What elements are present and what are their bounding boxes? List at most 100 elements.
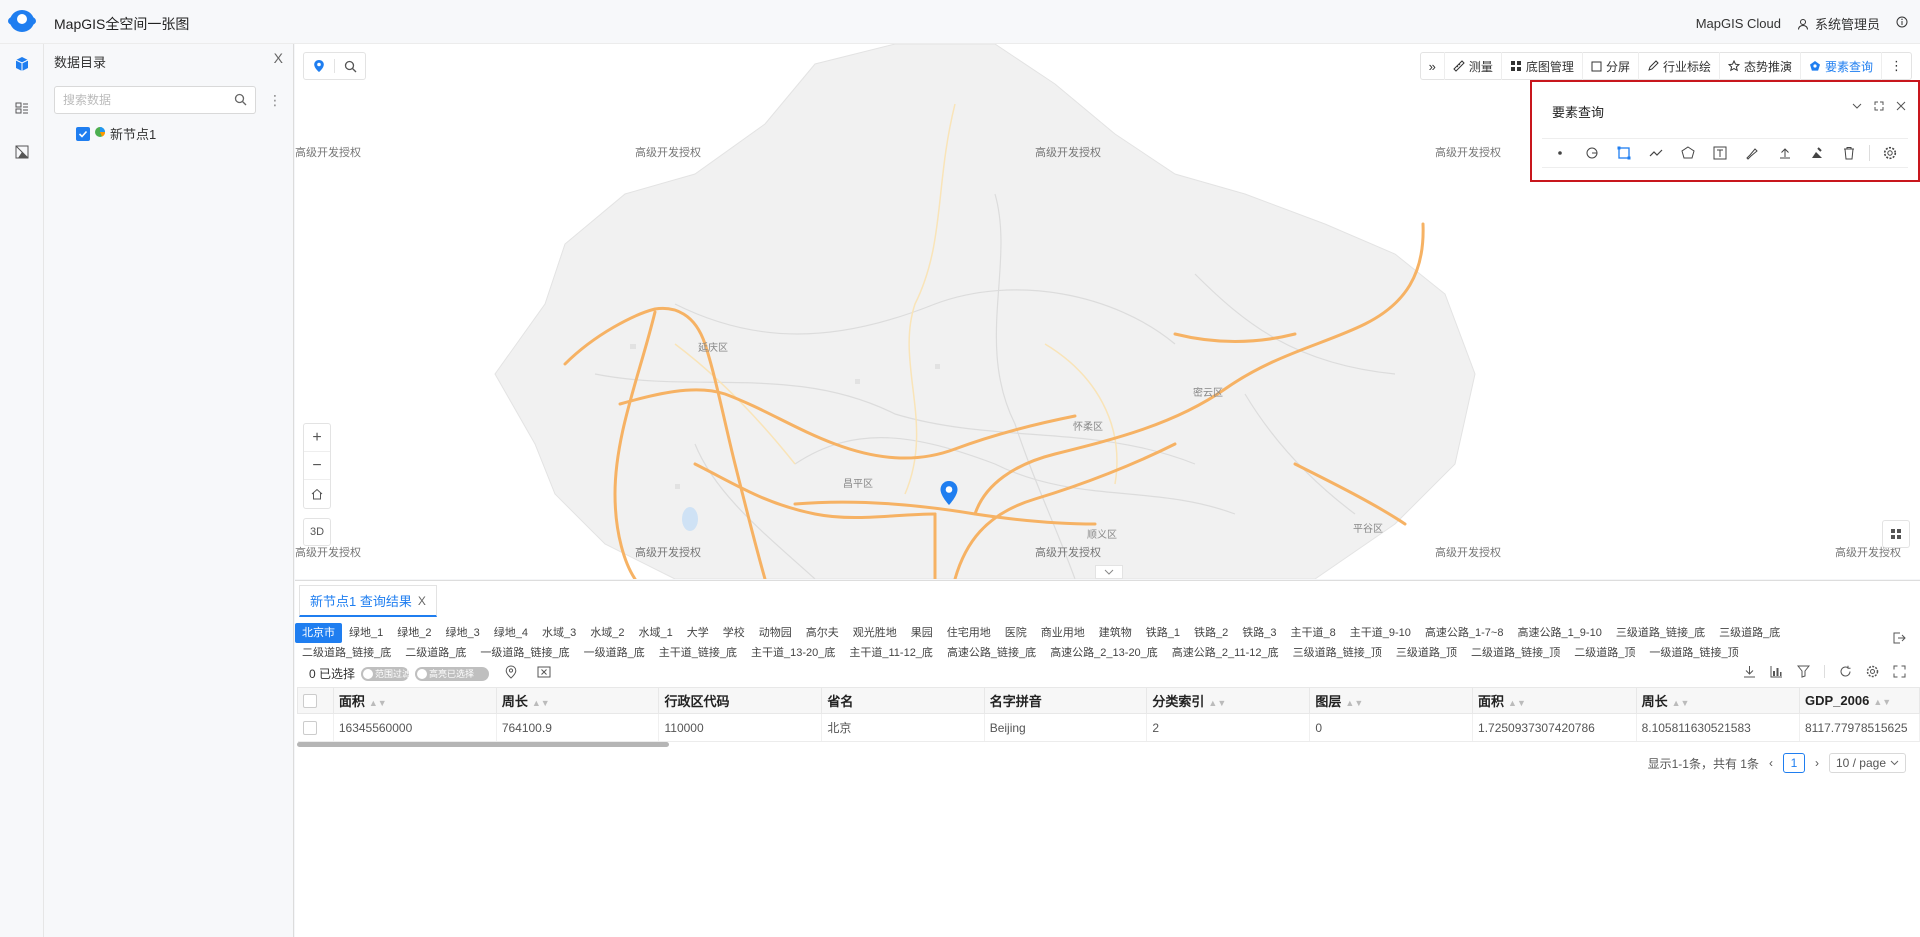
rectangle-query-icon[interactable] — [1612, 141, 1636, 165]
column-header[interactable]: 面积 ▲▼ — [1472, 687, 1637, 714]
column-header[interactable]: 面积 ▲▼ — [332, 687, 497, 714]
layer-tab[interactable]: 二级道路_顶 — [1567, 643, 1642, 663]
home-icon[interactable] — [304, 480, 330, 508]
layer-tab[interactable]: 主干道_9-10 — [1343, 623, 1418, 643]
statistics-chart-icon[interactable] — [1770, 665, 1783, 681]
sort-icon[interactable]: ▲▼ — [1508, 698, 1526, 708]
data-catalog-icon[interactable] — [12, 54, 32, 74]
point-query-icon[interactable] — [1548, 141, 1572, 165]
locate-icon[interactable] — [505, 665, 517, 682]
layer-tab[interactable]: 一级道路_链接_顶 — [1642, 643, 1745, 663]
horizontal-scrollbar[interactable] — [297, 742, 669, 747]
expand-toolbar-icon[interactable]: » — [1421, 52, 1445, 80]
clear-brush-icon[interactable] — [1805, 141, 1829, 165]
layer-tab[interactable]: 二级道路_底 — [398, 643, 473, 663]
filter-icon[interactable] — [1796, 665, 1811, 681]
catalog-search-input[interactable] — [55, 87, 225, 113]
layer-tab[interactable]: 高速公路_2_11-12_底 — [1165, 643, 1286, 663]
tool-feature-query[interactable]: 要素查询 — [1801, 52, 1882, 80]
3d-toggle-button[interactable]: 3D — [303, 518, 331, 546]
sort-icon[interactable]: ▲▼ — [369, 698, 387, 708]
location-marker-icon[interactable] — [939, 480, 959, 509]
tool-basemap-manage[interactable]: 底图管理 — [1502, 52, 1583, 80]
layer-tab[interactable]: 主干道_链接_底 — [652, 643, 744, 663]
close-icon[interactable] — [1896, 100, 1906, 114]
search-icon[interactable] — [234, 93, 247, 109]
cloud-link[interactable]: MapGIS Cloud — [1696, 16, 1781, 31]
export-icon[interactable] — [1892, 631, 1906, 648]
layer-tab[interactable]: 观光胜地 — [846, 623, 904, 643]
download-icon[interactable] — [1743, 665, 1756, 681]
layer-tab[interactable]: 绿地_3 — [439, 623, 487, 643]
fullscreen-icon[interactable] — [1874, 100, 1884, 114]
map-search-icon[interactable] — [335, 53, 365, 79]
page-number-button[interactable]: 1 — [1782, 753, 1805, 773]
refresh-icon[interactable] — [1839, 665, 1852, 681]
layer-tab[interactable]: 高速公路_1-7~8 — [1418, 623, 1511, 643]
polyline-query-icon[interactable] — [1644, 141, 1668, 165]
layer-tab[interactable]: 二级道路_链接_底 — [295, 643, 398, 663]
layer-tab[interactable]: 铁路_3 — [1235, 623, 1283, 643]
column-header[interactable]: 省名 — [821, 687, 985, 714]
layer-tab[interactable]: 商业用地 — [1034, 623, 1092, 643]
column-header[interactable]: 图层 ▲▼ — [1309, 687, 1474, 714]
fullscreen-icon[interactable] — [1893, 665, 1906, 681]
tree-node-checkbox[interactable] — [76, 126, 90, 141]
basemap-switch-icon[interactable] — [1882, 520, 1910, 548]
info-icon[interactable] — [1896, 16, 1908, 31]
settings-icon[interactable] — [1866, 665, 1879, 681]
upload-icon[interactable] — [1773, 141, 1797, 165]
layer-tab[interactable]: 铁路_1 — [1139, 623, 1187, 643]
chevron-down-icon[interactable] — [1852, 100, 1862, 114]
row-checkbox[interactable] — [297, 713, 334, 742]
layer-tab[interactable]: 绿地_4 — [487, 623, 535, 643]
sort-icon[interactable]: ▲▼ — [1672, 698, 1690, 708]
result-tab[interactable]: 新节点1 查询结果 X — [299, 585, 437, 617]
clear-selection-icon[interactable] — [537, 666, 551, 681]
user-menu[interactable]: 系统管理员 — [1797, 14, 1880, 33]
layer-tab[interactable]: 建筑物 — [1092, 623, 1139, 643]
sort-icon[interactable]: ▲▼ — [1873, 697, 1891, 707]
settings-icon[interactable] — [1878, 141, 1902, 165]
result-tab-close-button[interactable]: X — [418, 594, 426, 608]
catalog-close-button[interactable]: X — [274, 50, 283, 66]
more-vertical-icon[interactable]: ⋮ — [1882, 52, 1911, 80]
column-header[interactable]: 行政区代码 — [658, 687, 823, 714]
brush-query-icon[interactable] — [1740, 141, 1764, 165]
column-header[interactable]: GDP_2006 ▲▼ — [1799, 687, 1920, 714]
page-size-select[interactable]: 10 / page — [1828, 753, 1906, 773]
zoom-out-icon[interactable]: − — [304, 452, 330, 480]
layer-tab[interactable]: 水域_3 — [535, 623, 583, 643]
map-tool-icon[interactable] — [12, 142, 32, 162]
location-pin-icon[interactable] — [304, 53, 334, 79]
zoom-in-icon[interactable]: + — [304, 424, 330, 452]
layer-tab[interactable]: 果园 — [904, 623, 940, 643]
prev-page-icon[interactable]: ‹ — [1769, 756, 1773, 770]
collapse-panel-icon[interactable] — [1095, 565, 1123, 579]
layer-tab[interactable]: 一级道路_链接_底 — [473, 643, 576, 663]
layer-tab[interactable]: 一级道路_底 — [577, 643, 652, 663]
column-header[interactable]: 周长 ▲▼ — [495, 687, 660, 714]
layer-list-icon[interactable] — [12, 98, 32, 118]
layer-tab[interactable]: 水域_2 — [583, 623, 631, 643]
table-row[interactable]: 16345560000 764100.9 110000 北京 Beijing 2 0 1.72… — [297, 713, 1920, 742]
layer-tab[interactable]: 高速公路_2_13-20_底 — [1043, 643, 1165, 663]
sort-icon[interactable]: ▲▼ — [1208, 698, 1226, 708]
layer-tab[interactable]: 主干道_11-12_底 — [842, 643, 940, 663]
tool-measure[interactable]: 测量 — [1445, 52, 1502, 80]
select-all-checkbox[interactable] — [297, 687, 334, 714]
tool-industry-plot[interactable]: 行业标绘 — [1639, 52, 1720, 80]
layer-tab[interactable]: 主干道_13-20_底 — [744, 643, 842, 663]
sort-icon[interactable]: ▲▼ — [532, 698, 550, 708]
layer-tab[interactable]: 绿地_1 — [342, 623, 390, 643]
range-filter-switch[interactable]: 范围过滤 — [361, 666, 410, 681]
layer-tab[interactable]: 二级道路_链接_顶 — [1464, 643, 1567, 663]
tool-split-screen[interactable]: 分屏 — [1583, 52, 1639, 80]
layer-tab[interactable]: 北京市 — [295, 623, 342, 643]
layer-tab[interactable]: 水域_1 — [632, 623, 680, 643]
layer-tab[interactable]: 铁路_2 — [1187, 623, 1235, 643]
tree-node[interactable]: 新节点1 — [76, 124, 156, 143]
circle-query-icon[interactable] — [1580, 141, 1604, 165]
column-header[interactable]: 周长 ▲▼ — [1635, 687, 1801, 714]
column-header[interactable]: 名字拼音 — [983, 687, 1148, 714]
